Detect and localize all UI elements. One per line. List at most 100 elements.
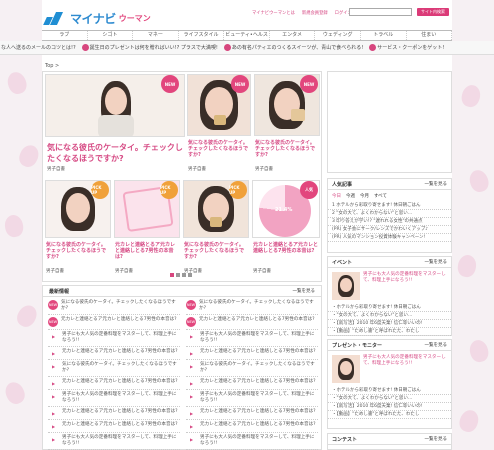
news-item[interactable]: ▶ 元カレと連絡とるア元カレと連絡しとる7男性の本音は?	[186, 420, 318, 433]
breadcrumb[interactable]: Top >	[45, 63, 59, 69]
nav-item-money[interactable]: マネー	[133, 31, 179, 40]
bullet-icon: ▶	[51, 333, 56, 339]
news-item[interactable]: NEW 元カレと連絡とるア元カレと連絡しとる7男性の本音は?	[186, 315, 318, 330]
news-more-link[interactable]: 一覧を見る	[293, 288, 316, 294]
news-item-text: 男子にも大人気の定番料理をマスターして、料理上手になろう!!	[200, 392, 315, 403]
bullet-icon: ▶	[189, 436, 194, 442]
feature-row-caption: 気になる彼氏のケータイ。チェックしたくなるほうですか?	[184, 242, 245, 260]
nav-item-lifestyle[interactable]: ライフスタイル	[179, 31, 225, 40]
news-item[interactable]: ▶ 元カレと連絡とるア元カレと連絡しとる7男性の本音は?	[186, 377, 318, 390]
new-badge: NEW	[300, 75, 318, 93]
about-link[interactable]: マイナビウーマンとは	[252, 10, 295, 16]
news-item[interactable]: ▶ 男子にも大人気の定番料理をマスターして、料理上手になろう!!	[48, 330, 180, 347]
event-more-link[interactable]: 一覧を見る	[425, 259, 448, 265]
list-item[interactable]: ・ホテルから彩取り寄せます! 休日朝ごはん	[328, 304, 451, 312]
news-item[interactable]: NEW 気になる彼氏のケータイ。チェックしたくなるほうですか?	[186, 298, 318, 315]
nav-item-entertainment[interactable]: エンタメ	[270, 31, 316, 40]
top-links: マイナビウーマンとは 新規会員登録 ログイン	[252, 10, 352, 16]
search-button[interactable]: サイト内検索	[417, 8, 449, 16]
nav-item-wedding[interactable]: ウェディング	[315, 31, 361, 40]
contest-more-link[interactable]: 一覧を見る	[425, 436, 448, 442]
nav-item-housing[interactable]: 住まい	[407, 31, 453, 40]
news-item[interactable]: NEW 元カレと連絡とるア元カレと連絡しとる7男性の本音は?	[48, 315, 180, 330]
ticker-item[interactable]: な人へ送るのメールのコツとは!?	[1, 44, 76, 51]
list-item[interactable]: ・【動画】"ためし書"と呼ばれたた、わたし	[328, 411, 451, 419]
list-item[interactable]: ・"女の大て、よくわからない"と思い…	[328, 312, 451, 320]
event-header: イベント 一覧を見る	[328, 257, 451, 268]
pager-dot[interactable]	[176, 273, 180, 277]
feature-row-card[interactable]: 21.4% 人気 元カレと連絡とるア元カレと連絡しとる7男性の本音は? 男子自書	[252, 180, 320, 280]
nav-item-work[interactable]: シゴト	[88, 31, 134, 40]
news-item[interactable]: ▶ 男子にも大人気の定番料理をマスターして、料理上手になろう!!	[48, 433, 180, 450]
feature-row-card[interactable]: PICK UP 元カレと連絡とるア元カレと連絡しとる7男性の本音は? 男子自書	[114, 180, 180, 280]
news-header: 最新情報 一覧を見る	[43, 286, 321, 297]
feature-sub-card[interactable]: NEW 気になる彼氏のケータイ。チェックしたくなるほうですか? 男子自書	[254, 74, 320, 178]
present-more-link[interactable]: 一覧を見る	[425, 342, 448, 348]
feature-row-card[interactable]: PICK UP 気になる彼氏のケータイ。チェックしたくなるほうですか? 男子自書	[183, 180, 249, 280]
tab-all[interactable]: すべて	[374, 193, 387, 199]
news-item[interactable]: ▶ 元カレと連絡とるア元カレと連絡しとる7男性の本音は?	[48, 407, 180, 420]
news-item[interactable]: NEW 気になる彼氏のケータイ。チェックしたくなるほうですか?	[48, 298, 180, 315]
news-item[interactable]: ▶ 気になる彼氏のケータイ。チェックしたくなるほうですか?	[48, 360, 180, 377]
header: マイナビ ウーマン マイナビウーマンとは 新規会員登録 ログイン サイト内検索	[42, 0, 452, 30]
news-item[interactable]: ▶ 男子にも大人気の定番料理をマスターして、料理上手になろう!!	[186, 390, 318, 407]
pickup-badge: PICK UP	[160, 181, 178, 199]
list-item[interactable]: ・【動画】"ためし書"と呼ばれたた、わたし	[328, 328, 451, 336]
tab-today[interactable]: 今日	[332, 193, 341, 199]
popular-more-link[interactable]: 一覧を見る	[425, 181, 448, 187]
news-item-text: 元カレと連絡とるア元カレと連絡しとる7男性の本音は?	[200, 349, 316, 354]
news-item[interactable]: ▶ 元カレと連絡とるア元カレと連絡しとる7男性の本音は?	[48, 420, 180, 433]
feature-sub-author: 男子自書	[188, 167, 206, 172]
ticker-item[interactable]: サービス・クーポンをゲット!	[369, 44, 444, 51]
ad-banner-area[interactable]	[327, 71, 452, 173]
news-item[interactable]: ▶ 元カレと連絡とるア元カレと連絡しとる7男性の本音は?	[186, 347, 318, 360]
nav-item-travel[interactable]: トラベル	[361, 31, 407, 40]
search-input[interactable]	[349, 8, 412, 16]
nav-item-beauty[interactable]: ビューティ•ヘルス	[224, 31, 270, 40]
news-item[interactable]: ▶ 元カレと連絡とるア元カレと連絡しとる7男性の本音は?	[48, 347, 180, 360]
news-item[interactable]: ▶ 気になる彼氏のケータイ。チェックしたくなるほうですか?	[186, 360, 318, 377]
list-item[interactable]: ・【就写活】2010 年6度天業! 信仁等いいの!	[328, 403, 451, 411]
pager-dot[interactable]	[188, 273, 192, 277]
register-link[interactable]: 新規会員登録	[302, 10, 328, 16]
tab-week[interactable]: 今週	[346, 193, 355, 199]
list-item[interactable]: 2 "女の大て、よくわからない"と思い…	[328, 210, 451, 218]
pager-dot[interactable]	[170, 273, 174, 277]
news-item-text: 男子にも大人気の定番料理をマスターして、料理上手になろう!!	[200, 332, 315, 343]
popular-badge: 人気	[300, 181, 318, 199]
contest-box: コンテスト 一覧を見る	[327, 433, 452, 450]
coupon-icon	[369, 44, 377, 51]
tab-month[interactable]: 今月	[360, 193, 369, 199]
event-title: イベント	[332, 259, 353, 266]
feature-sub-caption: 気になる彼氏のケータイ。チェックしたくなるほうですか?	[188, 140, 249, 158]
pager-dot[interactable]	[182, 273, 186, 277]
new-badge: NEW	[48, 300, 58, 310]
feature-sub-caption: 気になる彼氏のケータイ。チェックしたくなるほうですか?	[255, 140, 316, 158]
event-feature[interactable]: 男子にも大人気の定番料理をマスターして、料理上手になろう!!	[328, 268, 451, 304]
feature-row-card[interactable]: PICK UP 気になる彼氏のケータイ。チェックしたくなるほうですか? 男子自書	[45, 180, 111, 280]
list-item[interactable]: ・ホテルから彩取り寄せます! 休日朝ごはん	[328, 387, 451, 395]
list-item[interactable]: ・【就写活】2010 年6度天業! 信仁等いいの!	[328, 320, 451, 328]
list-item[interactable]: 3 印り答えが学い!? "遅れれる女性"の共通点	[328, 218, 451, 226]
news-item[interactable]: ▶ 男子にも大人気の定番料理をマスターして、料理上手になろう!!	[48, 390, 180, 407]
present-feature[interactable]: 男子にも大人気の定番料理をマスターして、料理上手になろう!!	[328, 351, 451, 387]
feature-row-caption: 元カレと連絡とるア元カレと連絡しとる7男性の本音は?	[253, 242, 319, 254]
pickup-badge: PICK UP	[229, 181, 247, 199]
feature-sub-card[interactable]: NEW 気になる彼氏のケータイ。チェックしたくなるほうですか? 男子自書	[187, 74, 251, 178]
list-item[interactable]: ・"女の大て、よくわからない"と思い…	[328, 395, 451, 403]
news-item[interactable]: ▶ 男子にも大人気の定番料理をマスターして、料理上手になろう!!	[186, 330, 318, 347]
list-item[interactable]: 1 ホテルから彩取り寄せます! 休日朝ごはん	[328, 202, 451, 210]
nav-item-love[interactable]: ラブ	[42, 31, 88, 40]
ticker-item[interactable]: 誕生日のプレゼントは何を贈ればいい!? プラスで大満喫!	[81, 44, 218, 51]
news-item[interactable]: ▶ 元カレと連絡とるア元カレと連絡しとる7男性の本音は?	[186, 407, 318, 420]
list-item[interactable]: (PR) 人気のマンション投資体験キャンペーン!	[328, 234, 451, 242]
news-item[interactable]: ▶ 元カレと連絡とるア元カレと連絡しとる7男性の本音は?	[48, 377, 180, 390]
news-item-text: 男子にも大人気の定番料理をマスターして、料理上手になろう!!	[200, 435, 315, 446]
logo[interactable]: マイナビ ウーマン	[45, 10, 151, 27]
feature-main-card[interactable]: NEW 気になる彼氏のケータイ。チェックしたくなるほうですか? 男子自書	[45, 74, 185, 178]
news-item-text: 元カレと連絡とるア元カレと連絡しとる7男性の本音は?	[62, 422, 178, 427]
present-box: プレゼント・モニター 一覧を見る 男子にも大人気の定番料理をマスターして、料理上…	[327, 339, 452, 429]
list-item[interactable]: (PR) 女子会にサーク/レンズでかわいくアップ♪	[328, 226, 451, 234]
ticker-item[interactable]: あの有名パティエのつくるスイーツが、青山で食べられる!	[223, 44, 363, 51]
news-item[interactable]: ▶ 男子にも大人気の定番料理をマスターして、料理上手になろう!!	[186, 433, 318, 450]
